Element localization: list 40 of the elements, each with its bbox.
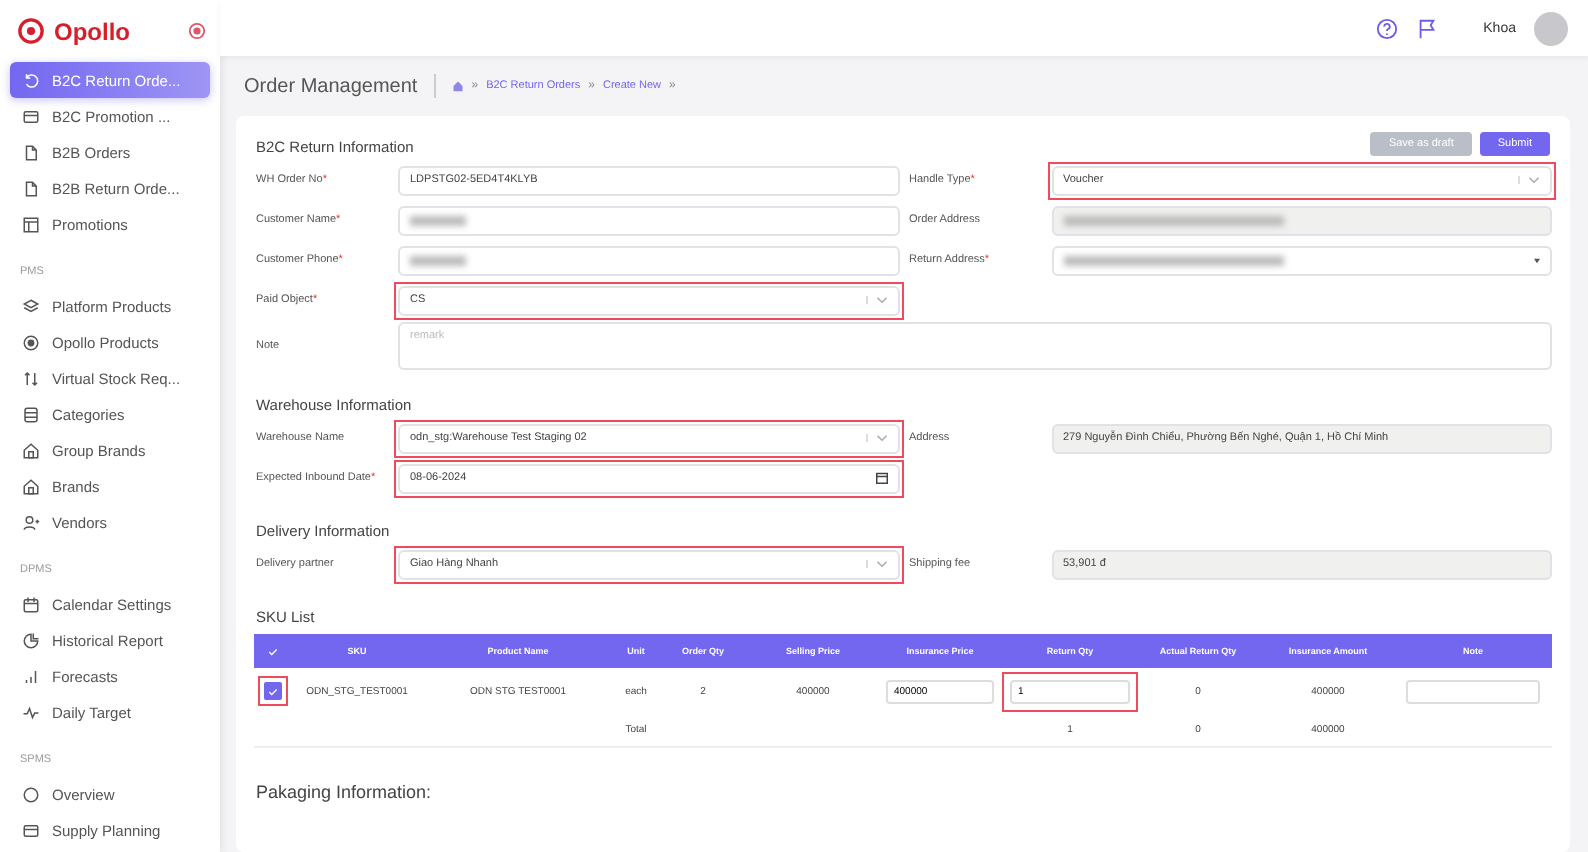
target-logo-icon [18, 18, 44, 44]
avatar-icon[interactable] [1534, 11, 1568, 45]
disc-icon [22, 333, 40, 351]
pulse-icon [22, 703, 40, 721]
circle-icon [22, 785, 40, 803]
chevron-down-icon [1518, 176, 1540, 184]
document-icon [22, 179, 40, 197]
chevron-down-icon [865, 296, 887, 304]
section-title: Pakaging Information: [256, 782, 434, 802]
calendar-icon [875, 472, 887, 484]
calendar-icon [22, 595, 40, 613]
chevron-down-icon [865, 434, 887, 442]
page-title: Order Management [244, 75, 418, 97]
card-icon [22, 821, 40, 839]
brand-name: Opollo [54, 17, 132, 45]
rotate-arrow-icon [22, 71, 40, 89]
text-field[interactable] [398, 205, 899, 235]
swap-arrows-icon [22, 369, 40, 387]
select-field[interactable] [1051, 245, 1552, 275]
user-add-icon [22, 513, 40, 531]
database-icon [22, 405, 40, 423]
check-icon[interactable] [268, 647, 278, 655]
radio-toggle-icon[interactable] [188, 22, 206, 40]
layout-icon [22, 215, 40, 233]
chevron-down-icon [865, 560, 887, 568]
caret-down-icon [1534, 257, 1540, 263]
cell-input[interactable] [1406, 679, 1540, 703]
house-icon [22, 441, 40, 459]
text-field[interactable] [398, 245, 899, 275]
check-icon [268, 687, 278, 695]
flag-icon[interactable] [1415, 17, 1438, 39]
document-icon [22, 143, 40, 161]
card-icon [22, 107, 40, 125]
pie-chart-icon [22, 631, 40, 649]
row-checkbox[interactable] [264, 682, 282, 700]
bar-chart-icon [22, 667, 40, 685]
house-icon [22, 477, 40, 495]
help-icon[interactable] [1375, 17, 1398, 39]
layers-icon [22, 297, 40, 315]
home-icon[interactable] [451, 80, 464, 92]
